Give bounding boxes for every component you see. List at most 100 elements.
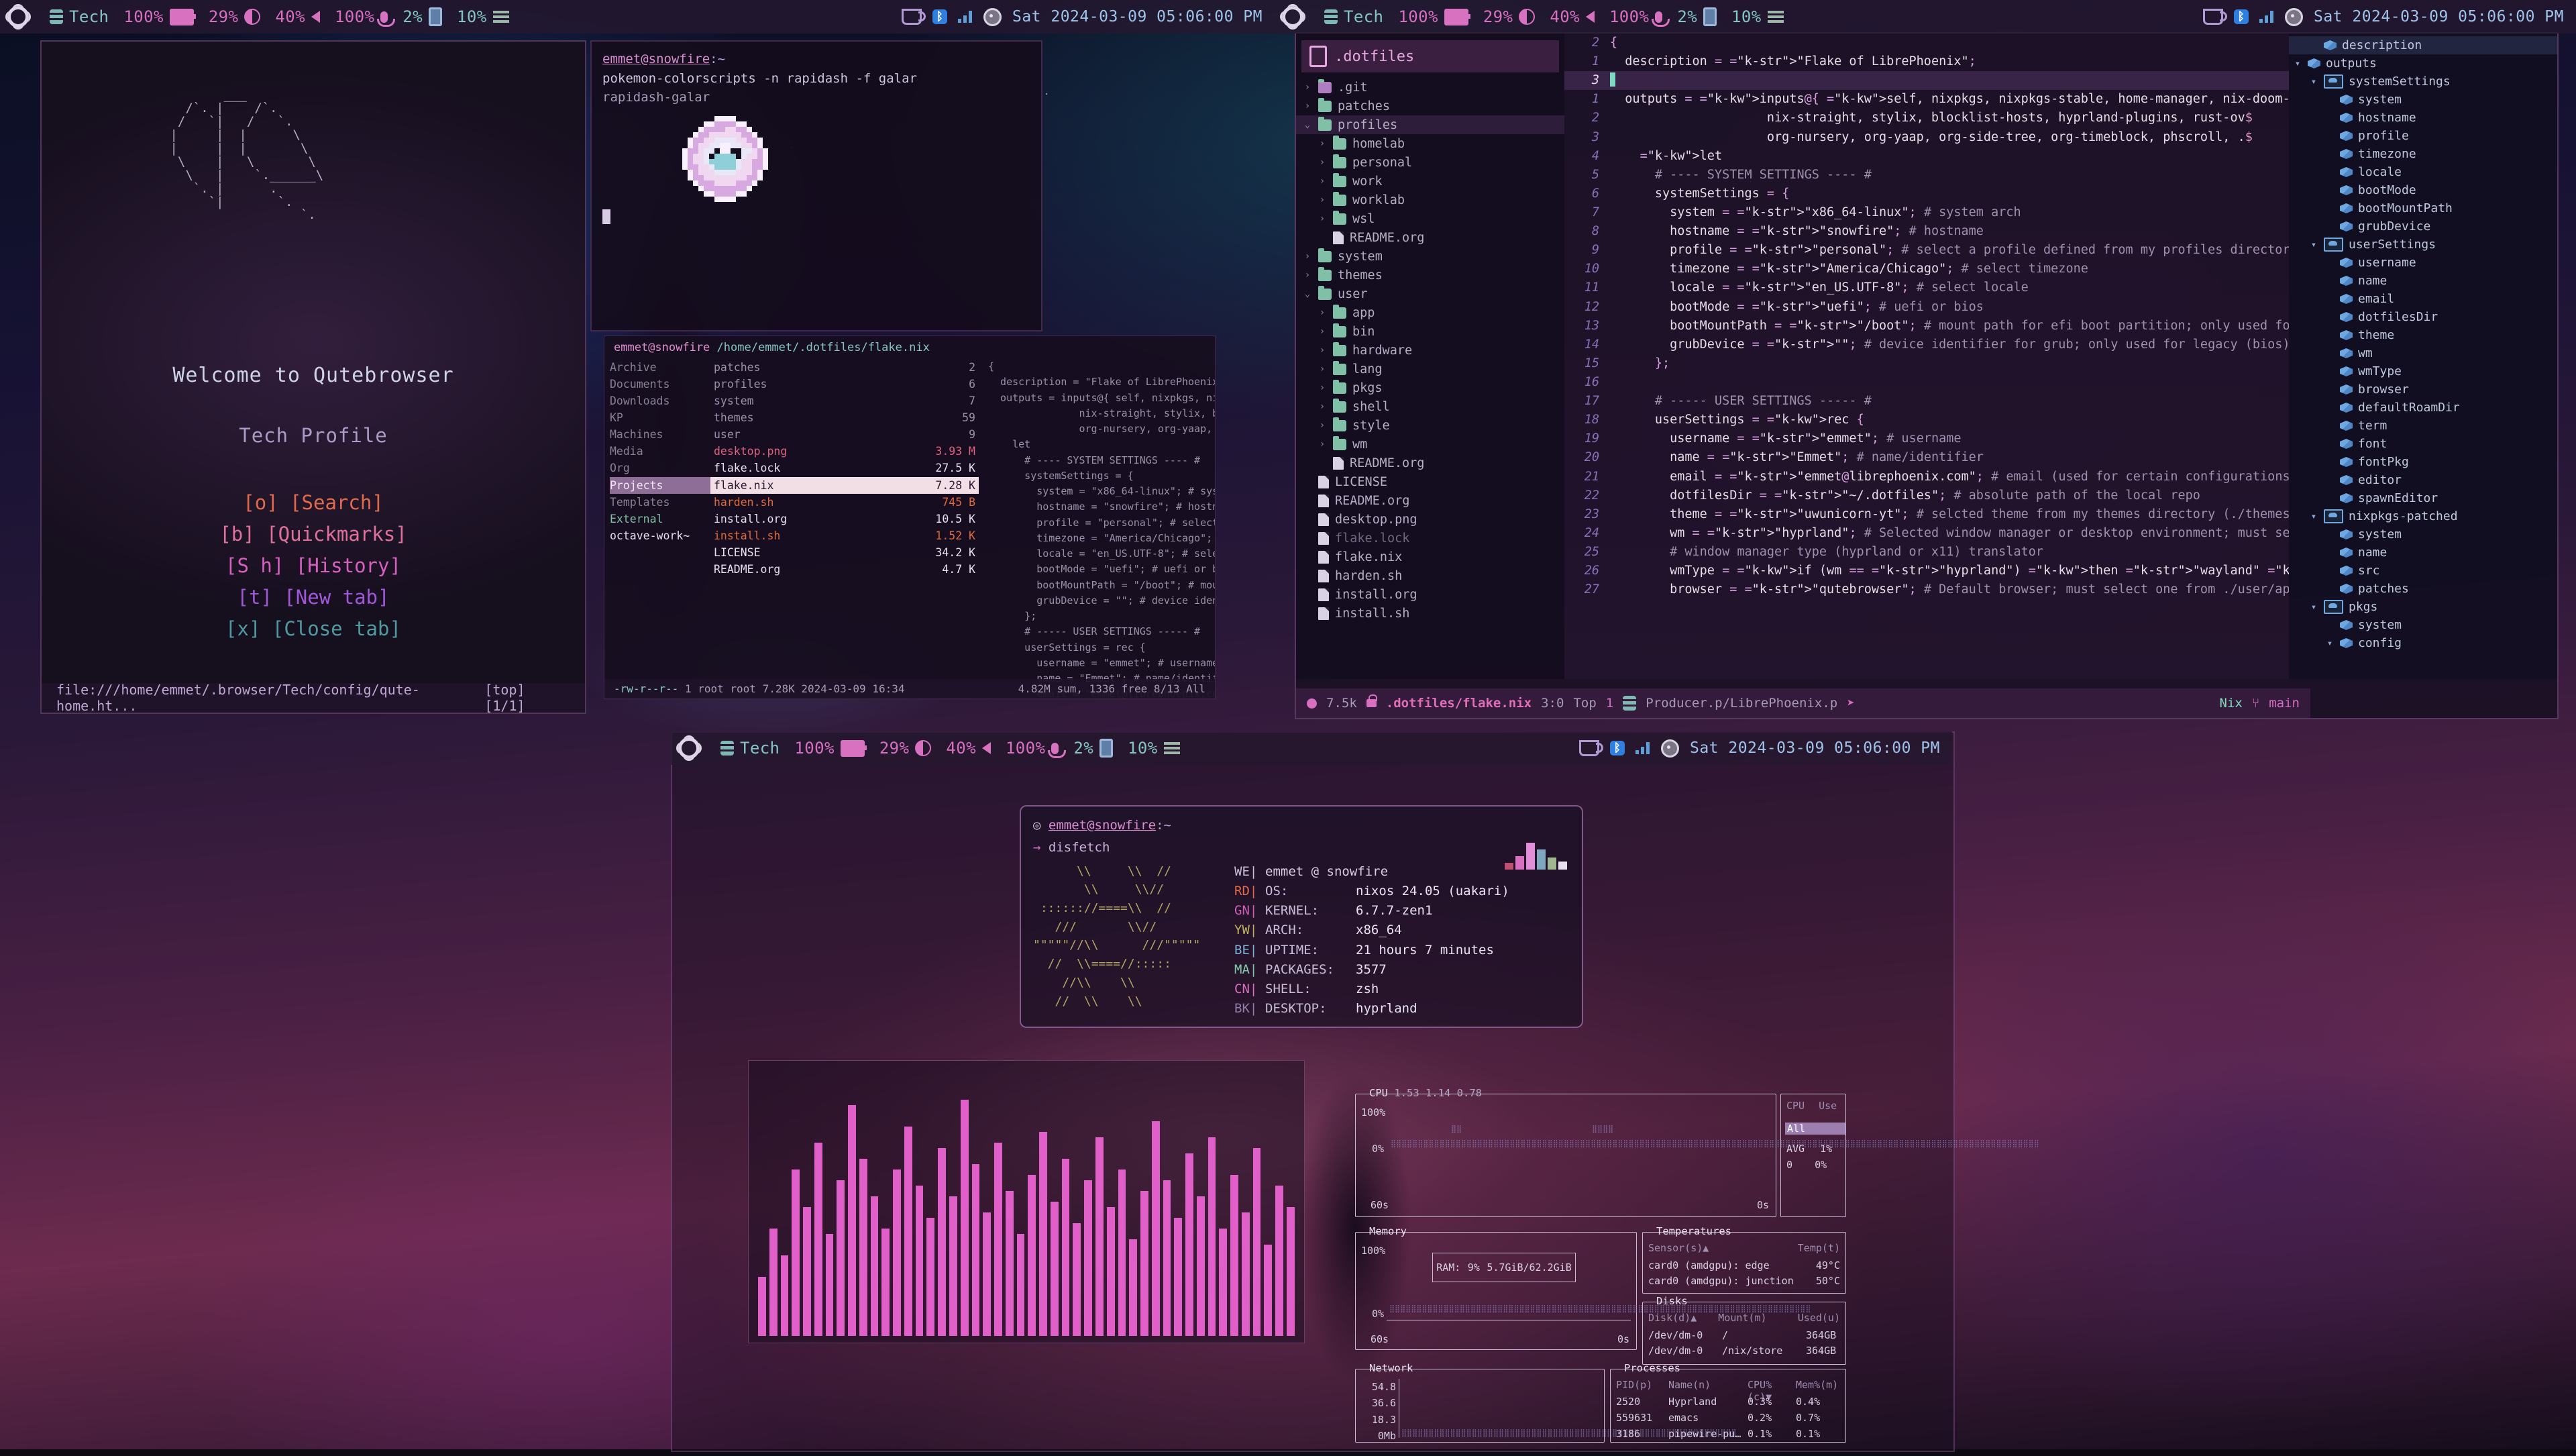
ranger-parent-item[interactable]: Media <box>610 443 710 460</box>
outline-node[interactable]: username <box>2289 254 2557 272</box>
bar-segment-volume[interactable]: 40% <box>938 739 998 758</box>
qutebrowser-shortcut-list[interactable]: [o] [Search] [b] [Quickmarks] [S h] [Histo… <box>42 487 585 645</box>
code-line[interactable]: 11 locale = ="k-str">"en_US.UTF-8"; # se… <box>1564 278 2289 297</box>
outline-node[interactable]: ▾ pkgs <box>2289 598 2557 616</box>
btop-cpu-box[interactable]: CPU 1.53 1.14 0.78 100% 0% ⣿⣿⣿⣿⣿⣿⣿⣿⣿⣿⣿⣿⣿… <box>1355 1087 2039 1217</box>
chevron-right-icon[interactable]: › <box>1318 401 1327 412</box>
ranger-file-row[interactable]: desktop.png 3.93 M <box>710 443 979 460</box>
bar-segment-microphone[interactable]: 100% <box>327 7 396 27</box>
outline-node[interactable]: bootMode <box>2289 181 2557 199</box>
outline-node[interactable]: bootMountPath <box>2289 199 2557 217</box>
ranger-file-row[interactable]: system 7 <box>710 393 979 409</box>
chevron-down-icon[interactable]: ▾ <box>2293 58 2302 69</box>
outline-node[interactable]: timezone <box>2289 145 2557 163</box>
chevron-down-icon[interactable]: ▾ <box>2309 602 2318 613</box>
qutebrowser-shortcut-1[interactable]: [b] [Quickmarks] <box>42 519 585 550</box>
chevron-right-icon[interactable]: › <box>1318 157 1327 168</box>
ranger-file-row[interactable]: patches 2 <box>710 359 979 376</box>
bar-segment-brightness[interactable]: 29% <box>1476 7 1543 26</box>
code-line[interactable]: 21 email = ="k-str">"emmet@librephoenix.… <box>1564 468 2289 486</box>
treemacs-node[interactable]: README.org <box>1296 491 1564 510</box>
btop-processes-box[interactable]: Processes PID(p) Name(n) CPU%(c)▼ Mem%(m) 2… <box>1610 1362 1846 1443</box>
bar-segment-menu[interactable]: 10% <box>449 7 517 26</box>
treemacs-node-list[interactable]: › .git › patches ⌄ profiles › homelab › personal ›… <box>1296 78 1564 623</box>
ranger-parent-item[interactable]: Projects <box>610 476 710 494</box>
outline-node[interactable]: profile <box>2289 127 2557 145</box>
treemacs-node[interactable]: › lang <box>1296 360 1564 378</box>
ranger-parent-item[interactable]: Machines <box>610 426 710 443</box>
treemacs-node[interactable]: › worklab <box>1296 191 1564 209</box>
ranger-file-row[interactable]: flake.lock 27.5 K <box>710 460 979 476</box>
treemacs-node[interactable]: harden.sh <box>1296 566 1564 585</box>
treemacs-node[interactable]: › wsl <box>1296 209 1564 228</box>
ranger-parent-item[interactable]: octave-work~ <box>610 527 710 544</box>
emacs-code-lines[interactable]: 2{1 description = ="k-str">"Flake of Lib… <box>1564 34 2289 599</box>
outline-node[interactable]: ▾ userSettings <box>2289 236 2557 254</box>
chevron-down-icon[interactable]: ▾ <box>2309 76 2318 87</box>
treemacs-node[interactable]: › patches <box>1296 97 1564 115</box>
ranger-parent-item[interactable]: Downloads <box>610 393 710 409</box>
ranger-file-row[interactable]: harden.sh 745 B <box>710 494 979 511</box>
bar-segment-battery[interactable]: 100% <box>1391 7 1475 26</box>
btop-process-row[interactable]: 3186 pipewire-pu… 0.1% 0.1% <box>1616 1426 1841 1442</box>
bar-segment-battery[interactable]: 100% <box>116 7 201 26</box>
chevron-right-icon[interactable]: › <box>1303 251 1312 262</box>
outline-node[interactable]: theme <box>2289 326 2557 344</box>
treemacs-node[interactable]: › work <box>1296 172 1564 191</box>
outline-node[interactable]: system <box>2289 616 2557 634</box>
treemacs-node[interactable]: ⌄ user <box>1296 284 1564 303</box>
outline-node[interactable]: hostname <box>2289 109 2557 127</box>
outline-node[interactable]: system <box>2289 91 2557 109</box>
bar-segment-gear[interactable] <box>671 737 713 759</box>
btop-cpu-legend-box[interactable]: CPU Use All AVG 1% 0 0% <box>1780 1094 1846 1217</box>
qutebrowser-shortcut-4[interactable]: [x] [Close tab] <box>42 613 585 645</box>
btop-network-box[interactable]: Network 54.8 36.6 18.3 0Mb ⣿⣿⣿⣿⣿⣿⣿⣿⣿⣿⣿⣿⣿⣿⣿⣿… <box>1355 1362 1737 1443</box>
chevron-right-icon[interactable]: › <box>1318 138 1327 149</box>
bar-segment-database[interactable]: Tech <box>1317 7 1391 26</box>
code-line[interactable]: 27 browser = ="k-str">"qutebrowser"; # D… <box>1564 580 2289 599</box>
outline-node[interactable]: defaultRoamDir <box>2289 399 2557 417</box>
ranger-parent-column[interactable]: Archive Documents Downloads KP Machines Media… <box>610 359 710 698</box>
outline-node[interactable]: email <box>2289 290 2557 308</box>
chevron-right-icon[interactable]: › <box>1303 101 1312 111</box>
code-line[interactable]: 8 hostname = ="k-str">"snowfire"; # host… <box>1564 222 2289 241</box>
ranger-file-row[interactable]: LICENSE 34.2 K <box>710 544 979 561</box>
chevron-right-icon[interactable]: › <box>1318 439 1327 450</box>
ranger-parent-item[interactable]: Org <box>610 460 710 476</box>
bar-segment-memory[interactable]: 2% <box>395 7 449 26</box>
ranger-parent-item[interactable]: Archive <box>610 359 710 376</box>
outline-node[interactable]: name <box>2289 272 2557 290</box>
code-line[interactable]: 5 # ---- SYSTEM SETTINGS ---- # <box>1564 166 2289 185</box>
outline-node[interactable]: spawnEditor <box>2289 489 2557 507</box>
treemacs-node[interactable]: › wm <box>1296 435 1564 454</box>
wifi-icon[interactable] <box>957 11 973 23</box>
treemacs-node[interactable]: › homelab <box>1296 134 1564 153</box>
treemacs-node[interactable]: › shell <box>1296 397 1564 416</box>
code-line[interactable]: 7 system = ="k-str">"x86_64-linux"; # sy… <box>1564 203 2289 222</box>
code-line[interactable]: 25 # window manager type (hyprland or x1… <box>1564 543 2289 562</box>
ranger-parent-item[interactable]: Templates <box>610 494 710 511</box>
ranger-file-row[interactable]: themes 59 <box>710 409 979 426</box>
code-line[interactable]: 17 # ----- USER SETTINGS ----- # <box>1564 392 2289 411</box>
treemacs-node[interactable]: › style <box>1296 416 1564 435</box>
ranger-file-row[interactable]: install.org 10.5 K <box>710 511 979 527</box>
bar-segment-volume[interactable]: 40% <box>268 7 327 26</box>
outline-node[interactable]: patches <box>2289 580 2557 598</box>
bar-segment-microphone[interactable]: 100% <box>1602 7 1670 27</box>
treemacs-node[interactable]: › app <box>1296 303 1564 322</box>
treemacs-node[interactable]: › hardware <box>1296 341 1564 360</box>
btop-cpu-selected[interactable]: All <box>1785 1123 1845 1135</box>
code-line[interactable]: 16 <box>1564 373 2289 392</box>
code-line[interactable]: 6 systemSettings = { <box>1564 185 2289 203</box>
code-line[interactable]: 18 userSettings = ="k-kw">rec { <box>1564 411 2289 429</box>
coffee-icon[interactable] <box>2202 9 2227 25</box>
wifi-icon[interactable] <box>1635 742 1650 754</box>
outline-node[interactable]: ▾ nixpkgs-patched <box>2289 507 2557 525</box>
outline-node[interactable]: name <box>2289 543 2557 562</box>
qutebrowser-shortcut-2[interactable]: [S h] [History] <box>42 550 585 582</box>
code-line[interactable]: 15 }; <box>1564 354 2289 373</box>
treemacs-node[interactable]: ⌄ profiles <box>1296 115 1564 134</box>
chevron-right-icon[interactable]: › <box>1303 82 1312 93</box>
ranger-parent-item[interactable]: Documents <box>610 376 710 393</box>
chevron-right-icon[interactable]: › <box>1318 326 1327 337</box>
